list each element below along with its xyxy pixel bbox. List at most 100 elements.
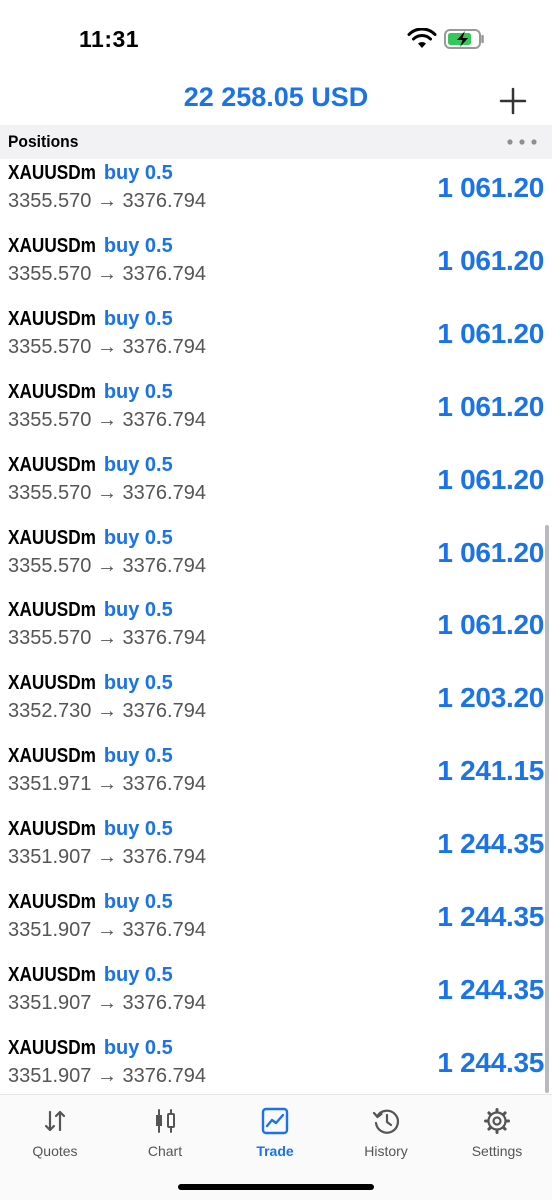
position-profit: 1 203.20 [437, 682, 544, 714]
tab-label: Chart [147, 1143, 183, 1159]
position-prices: 3355.570 → 3376.794 [8, 627, 206, 650]
position-title: XAUUSDm buy 0.5 [8, 891, 173, 914]
more-icon[interactable] [506, 135, 538, 149]
tab-label: Quotes [32, 1143, 78, 1159]
position-profit: 1 061.20 [437, 609, 544, 641]
position-profit: 1 061.20 [437, 390, 544, 422]
position-symbol: XAUUSDm [8, 526, 96, 549]
trade-icon [261, 1107, 289, 1135]
position-profit: 1 061.20 [437, 536, 544, 568]
position-title: XAUUSDm buy 0.5 [8, 235, 173, 258]
position-title: XAUUSDm buy 0.5 [8, 964, 173, 987]
tab-trade[interactable]: Trade [220, 1105, 330, 1167]
position-symbol: XAUUSDm [8, 1036, 96, 1059]
positions-list[interactable]: XAUUSDm buy 0.5 3355.570 → 3376.794 1 061.… [0, 159, 552, 1094]
position-side-volume: buy 0.5 [103, 380, 173, 403]
position-title: XAUUSDm buy 0.5 [8, 1037, 173, 1060]
position-prices: 3355.570 → 3376.794 [8, 262, 206, 285]
home-indicator [178, 1184, 374, 1190]
position-row[interactable]: XAUUSDm buy 0.5 3351.907 → 3376.794 1 244.… [0, 815, 552, 888]
position-row[interactable]: XAUUSDm buy 0.5 3355.570 → 3376.794 1 061.… [0, 524, 552, 597]
position-prices: 3355.570 → 3376.794 [8, 335, 206, 358]
position-side-volume: buy 0.5 [103, 162, 173, 184]
position-prices: 3351.907 → 3376.794 [8, 919, 206, 941]
position-side-volume: buy 0.5 [103, 599, 173, 622]
section-title: Positions [8, 132, 79, 151]
position-symbol: XAUUSDm [8, 162, 96, 184]
position-prices: 3355.570 → 3376.794 [8, 408, 206, 431]
position-symbol: XAUUSDm [8, 380, 96, 403]
position-profit: 1 241.15 [437, 755, 544, 787]
position-title: XAUUSDm buy 0.5 [8, 599, 173, 622]
history-icon [372, 1109, 399, 1134]
position-profit: 1 244.35 [437, 901, 544, 932]
scrollbar[interactable] [545, 525, 549, 1093]
position-profit: 1 061.20 [437, 317, 544, 349]
position-row[interactable]: XAUUSDm buy 0.5 3355.570 → 3376.794 1 061.… [0, 305, 552, 378]
position-row[interactable]: XAUUSDm buy 0.5 3355.570 → 3376.794 1 061.… [0, 596, 552, 669]
position-row[interactable]: XAUUSDm buy 0.5 3351.907 → 3376.794 1 244.… [0, 961, 552, 1034]
header: 22 258.05 USD [0, 70, 552, 126]
position-symbol: XAUUSDm [8, 672, 96, 695]
position-prices: 3355.570 → 3376.794 [8, 481, 206, 504]
position-prices: 3351.907 → 3376.794 [8, 991, 206, 1014]
position-symbol: XAUUSDm [8, 963, 96, 986]
position-symbol: XAUUSDm [8, 234, 96, 257]
battery-icon [444, 29, 484, 49]
position-profit: 1 061.20 [437, 463, 544, 495]
chart-icon [156, 1109, 175, 1133]
position-symbol: XAUUSDm [8, 307, 96, 330]
position-side-volume: buy 0.5 [103, 526, 173, 549]
position-profit: 1 061.20 [437, 244, 544, 276]
position-row[interactable]: XAUUSDm buy 0.5 3355.570 → 3376.794 1 061.… [0, 232, 552, 305]
position-symbol: XAUUSDm [8, 891, 96, 913]
position-side-volume: buy 0.5 [103, 963, 173, 986]
tab-settings[interactable]: Settings [442, 1105, 552, 1167]
position-symbol: XAUUSDm [8, 818, 96, 841]
tab-chart[interactable]: Chart [110, 1105, 220, 1167]
position-side-volume: buy 0.5 [103, 891, 173, 913]
tab-label: Settings [471, 1143, 523, 1159]
gear-icon [484, 1108, 510, 1134]
tab-quotes[interactable]: Quotes [0, 1105, 110, 1167]
position-side-volume: buy 0.5 [103, 745, 173, 768]
position-prices: 3351.907 → 3376.794 [8, 1064, 206, 1087]
position-row[interactable]: XAUUSDm buy 0.5 3355.570 → 3376.794 1 061.… [0, 451, 552, 524]
position-prices: 3355.570 → 3376.794 [8, 190, 206, 212]
position-symbol: XAUUSDm [8, 745, 96, 768]
position-profit: 1 244.35 [437, 973, 544, 1005]
add-position-button[interactable] [492, 80, 534, 122]
position-prices: 3351.907 → 3376.794 [8, 846, 206, 869]
position-title: XAUUSDm buy 0.5 [8, 162, 173, 185]
position-profit: 1 244.35 [437, 828, 544, 860]
account-balance: 22 258.05 USD [183, 82, 369, 112]
position-title: XAUUSDm buy 0.5 [8, 381, 173, 404]
position-title: XAUUSDm buy 0.5 [8, 454, 173, 477]
position-row[interactable]: XAUUSDm buy 0.5 3351.971 → 3376.794 1 241.… [0, 742, 552, 815]
position-title: XAUUSDm buy 0.5 [8, 527, 173, 550]
position-side-volume: buy 0.5 [103, 453, 173, 476]
position-title: XAUUSDm buy 0.5 [8, 745, 173, 768]
tab-label: History [364, 1143, 408, 1159]
position-title: XAUUSDm buy 0.5 [8, 308, 173, 331]
position-row[interactable]: XAUUSDm buy 0.5 3351.907 → 3376.794 1 244.… [0, 888, 552, 961]
position-symbol: XAUUSDm [8, 453, 96, 476]
position-prices: 3351.971 → 3376.794 [8, 773, 206, 796]
position-side-volume: buy 0.5 [103, 1036, 173, 1059]
position-side-volume: buy 0.5 [103, 234, 173, 257]
position-title: XAUUSDm buy 0.5 [8, 818, 173, 841]
position-row[interactable]: XAUUSDm buy 0.5 3355.570 → 3376.794 1 061.… [0, 159, 552, 232]
position-row[interactable]: XAUUSDm buy 0.5 3352.730 → 3376.794 1 203.… [0, 669, 552, 742]
position-row[interactable]: XAUUSDm buy 0.5 3351.907 → 3376.794 1 244.… [0, 1034, 552, 1094]
position-side-volume: buy 0.5 [103, 672, 173, 695]
position-prices: 3355.570 → 3376.794 [8, 554, 206, 577]
position-profit: 1 244.35 [437, 1046, 544, 1078]
tab-history[interactable]: History [331, 1105, 441, 1167]
position-side-volume: buy 0.5 [103, 307, 173, 330]
position-row[interactable]: XAUUSDm buy 0.5 3355.570 → 3376.794 1 061.… [0, 378, 552, 451]
position-side-volume: buy 0.5 [103, 818, 173, 841]
positions-section-header: Positions [0, 125, 552, 159]
tab-label: Trade [256, 1143, 294, 1159]
position-title: XAUUSDm buy 0.5 [8, 672, 173, 695]
wifi-icon [407, 28, 437, 48]
